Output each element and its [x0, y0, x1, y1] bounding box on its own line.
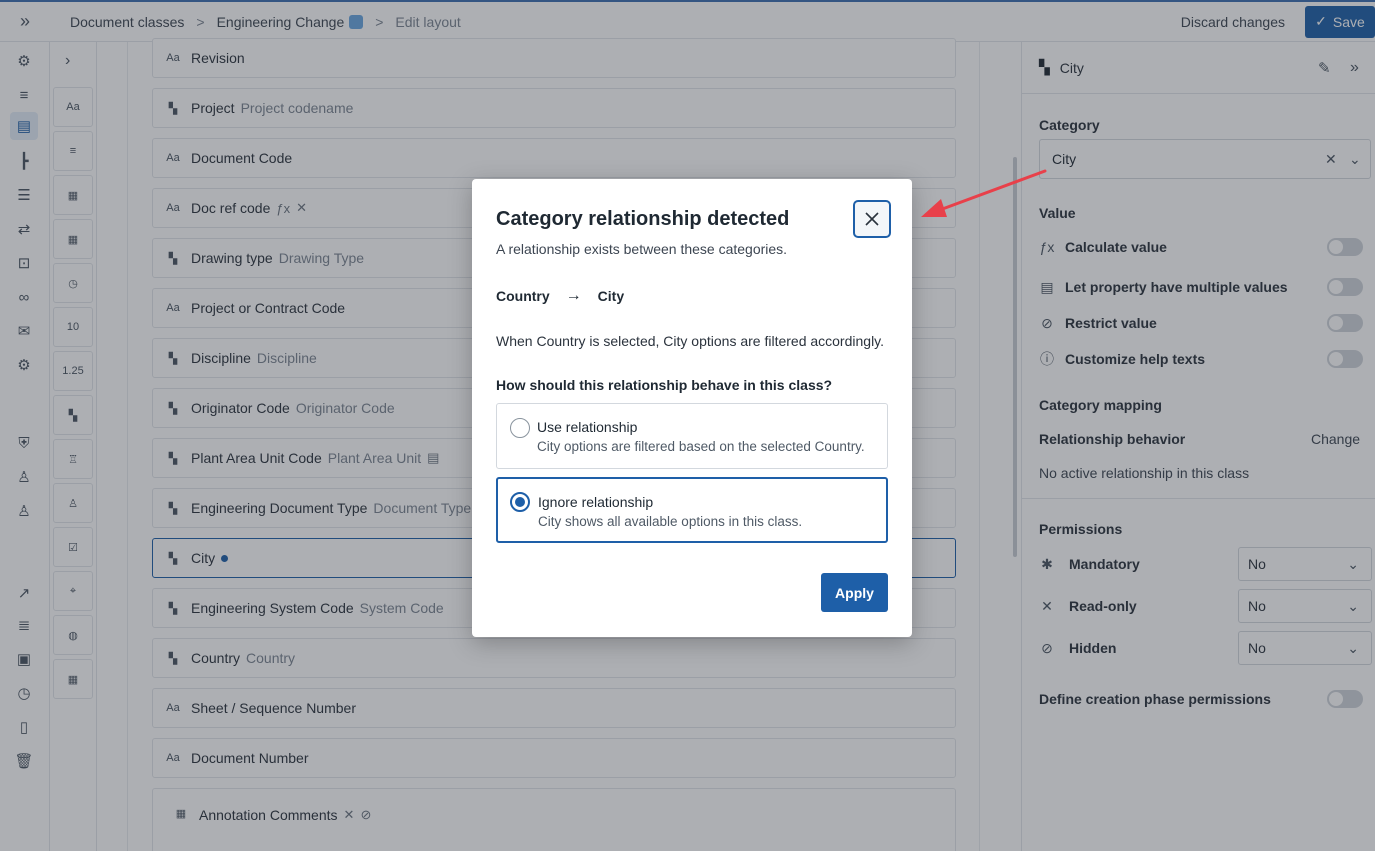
app-window: » Document classes > Engineering Change … [0, 0, 1375, 851]
close-icon [865, 212, 879, 226]
relationship-from: Country [496, 288, 550, 304]
relationship-summary: Country → City [496, 287, 624, 305]
category-relationship-dialog: Category relationship detected A relatio… [472, 179, 912, 637]
apply-button[interactable]: Apply [821, 573, 888, 612]
option-label: Use relationship [537, 419, 638, 435]
annotation-arrow-icon [921, 169, 1047, 217]
radio-use-relationship[interactable] [510, 418, 530, 438]
dialog-subtitle: A relationship exists between these cate… [496, 241, 788, 257]
option-label: Ignore relationship [538, 494, 654, 510]
option-description: City shows all available options in this… [538, 514, 803, 529]
relationship-description: When Country is selected, City options a… [496, 333, 885, 349]
radio-ignore-relationship[interactable] [510, 492, 530, 512]
behavior-question: How should this relationship behave in t… [496, 377, 833, 393]
close-button[interactable] [853, 200, 891, 238]
option-use-relationship[interactable]: Use relationship City options are filter… [496, 403, 888, 469]
arrow-right-icon: → [565, 287, 582, 304]
option-description: City options are filtered based on the s… [537, 439, 865, 454]
dialog-title: Category relationship detected [496, 208, 790, 230]
relationship-to: City [597, 288, 625, 304]
option-ignore-relationship[interactable]: Ignore relationship City shows all avail… [496, 477, 888, 543]
